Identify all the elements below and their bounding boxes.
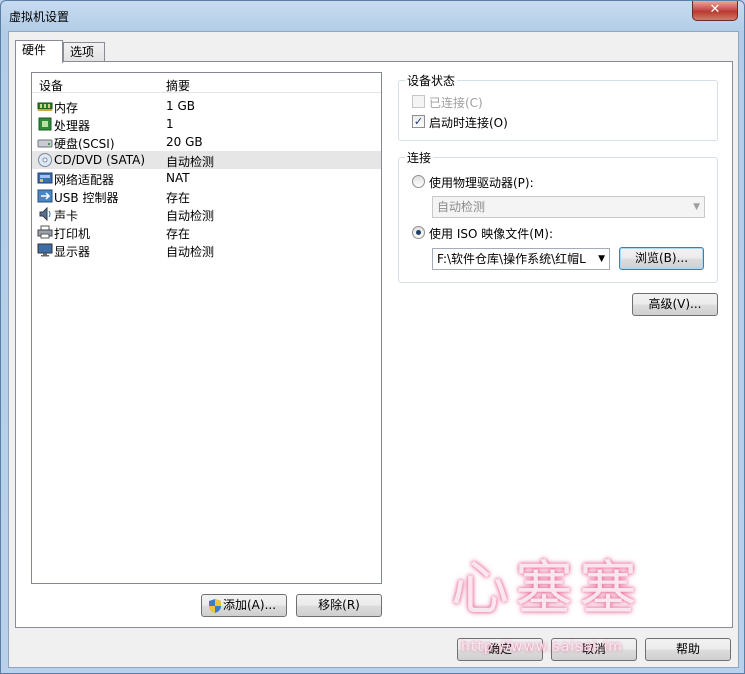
connected-label: 已连接(C) [429,96,483,110]
device-summary: 自动检测 [166,155,215,169]
processor-icon [38,117,52,131]
device-row-printer[interactable]: 打印机 存在 [32,223,381,241]
window-title: 虚拟机设置 [9,10,70,24]
device-name: 处理器 [54,119,91,133]
device-row-cd-dvd[interactable]: CD/DVD (SATA) 自动检测 [32,151,381,169]
column-header-summary[interactable]: 摘要 [166,77,190,94]
device-status-title: 设备状态 [405,72,458,89]
use-physical-drive-label: 使用物理驱动器(P): [429,176,534,190]
browse-button[interactable]: 浏览(B)... [619,247,704,270]
radio-icon [412,226,425,239]
iso-image-path-combo[interactable]: F:\软件仓库\操作系统\红帽L ▼ [432,248,610,270]
device-list[interactable]: 设备 摘要 内存 1 GB 处理器 1 硬盘(SCSI) 20 GB CD/DV… [31,72,382,584]
watermark-url: http://www.saisai.im [461,639,623,655]
device-row-sound-card[interactable]: 声卡 自动检测 [32,205,381,223]
device-name: 硬盘(SCSI) [54,137,115,151]
radio-icon [412,175,425,188]
memory-icon [37,102,53,111]
sound-card-icon [39,207,51,221]
tab-options[interactable]: 选项 [63,42,105,62]
connection-title: 连接 [405,149,434,166]
device-summary: 存在 [166,191,191,205]
connection-group: 连接 使用物理驱动器(P): 自动检测 ▼ 使用 ISO 映像文件(M): F:… [398,149,718,283]
usb-icon [37,189,53,203]
device-summary: 自动检测 [166,245,215,259]
device-summary: 1 [166,117,174,131]
device-row-usb-controller[interactable]: USB 控制器 存在 [32,187,381,205]
chevron-down-icon: ▼ [693,202,700,212]
shield-icon [209,599,221,613]
column-header-device[interactable]: 设备 [39,77,63,94]
device-row-harddisk[interactable]: 硬盘(SCSI) 20 GB [32,133,381,151]
device-name: 声卡 [54,209,79,223]
device-row-display[interactable]: 显示器 自动检测 [32,241,381,259]
settings-window: 虚拟机设置 ✕ 硬件 选项 设备 摘要 内存 1 GB 处理器 1 硬盘(SCS… [0,0,745,674]
physical-drive-select[interactable]: 自动检测 ▼ [432,196,705,218]
connect-at-power-on-label: 启动时连接(O) [429,116,508,130]
title-bar[interactable]: 虚拟机设置 ✕ [1,1,744,31]
help-button[interactable]: 帮助 [645,638,731,661]
device-name: USB 控制器 [54,191,119,205]
device-summary: 20 GB [166,135,203,149]
iso-image-path-value: F:\软件仓库\操作系统\红帽L [437,252,586,266]
list-header: 设备 摘要 [32,73,381,93]
device-summary: NAT [166,171,190,185]
device-summary: 存在 [166,227,191,241]
harddisk-icon [37,139,53,148]
chevron-down-icon: ▼ [598,254,605,264]
device-name: 内存 [54,101,79,115]
close-button[interactable]: ✕ [692,1,738,21]
remove-button[interactable]: 移除(R) [296,594,382,617]
add-button[interactable]: 添加(A)... [201,594,287,617]
device-row-network-adapter[interactable]: 网络适配器 NAT [32,169,381,187]
physical-drive-value: 自动检测 [437,200,486,214]
device-row-memory[interactable]: 内存 1 GB [32,97,381,115]
device-summary: 1 GB [166,99,195,113]
display-icon [37,243,53,257]
device-name: 显示器 [54,245,91,259]
tab-hardware[interactable]: 硬件 [15,40,63,63]
checkmark-icon: ✓ [412,115,425,128]
device-status-group: 设备状态 已连接(C) ✓ 启动时连接(O) [398,72,718,141]
device-name: 网络适配器 [54,173,115,187]
add-button-label: 添加(A)... [223,598,277,612]
printer-icon [37,225,53,239]
advanced-button[interactable]: 高级(V)... [632,293,718,316]
network-adapter-icon [37,172,53,184]
use-iso-image-label: 使用 ISO 映像文件(M): [429,227,553,241]
cd-dvd-icon [38,153,52,167]
device-name: CD/DVD (SATA) [54,153,146,167]
watermark-logo: 心塞塞 [451,554,644,622]
device-row-processor[interactable]: 处理器 1 [32,115,381,133]
connected-checkbox-box [412,95,425,108]
device-name: 打印机 [54,227,91,241]
device-summary: 自动检测 [166,209,215,223]
